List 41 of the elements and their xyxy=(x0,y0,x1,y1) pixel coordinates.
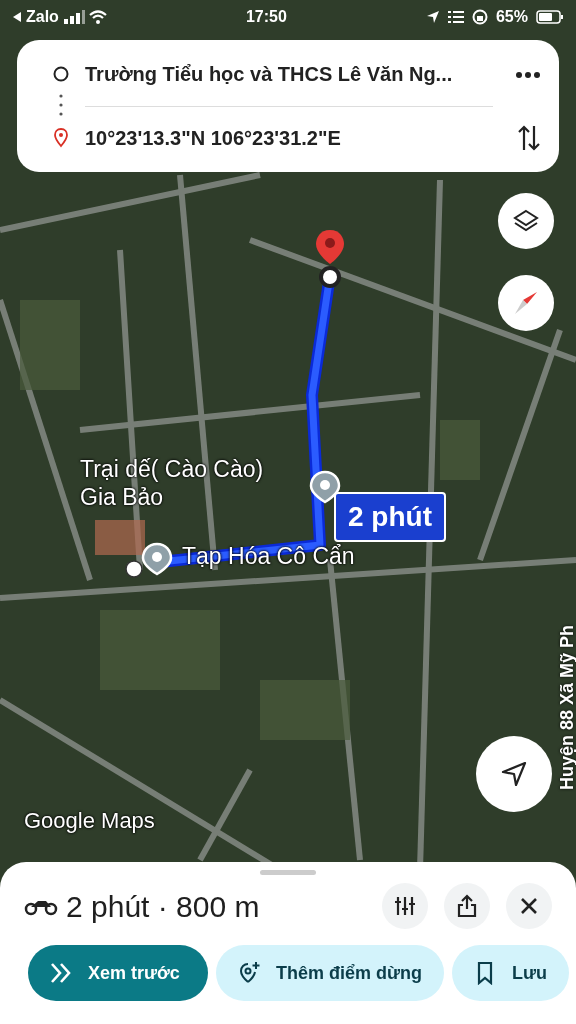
battery-icon xyxy=(536,10,564,24)
wifi-icon xyxy=(88,10,107,24)
route-duration-label: 2 phút xyxy=(334,492,446,542)
origin-circle-icon xyxy=(53,66,69,82)
place-pin-icon[interactable] xyxy=(309,470,341,504)
status-time: 17:50 xyxy=(245,7,287,27)
swap-arrows-icon xyxy=(517,124,541,152)
add-stop-button[interactable]: Thêm điểm dừng xyxy=(216,945,445,1001)
rotation-lock-icon xyxy=(471,9,488,25)
swap-button[interactable] xyxy=(517,124,541,152)
share-button[interactable] xyxy=(444,883,490,929)
more-icon xyxy=(515,70,541,79)
signal-icon xyxy=(62,10,85,24)
place-pin-icon[interactable] xyxy=(141,542,173,576)
location-arrow-icon xyxy=(425,10,440,24)
place-label[interactable]: Trại dế( Cào Cào) Gia Bảo xyxy=(80,456,264,512)
compass-icon xyxy=(513,290,539,316)
destination-marker-icon xyxy=(53,128,69,148)
back-app-link[interactable]: Zalo xyxy=(26,5,59,29)
save-button[interactable]: Lưu xyxy=(452,945,570,1001)
preview-button[interactable]: Xem trước xyxy=(28,945,208,1001)
start-point-icon xyxy=(124,559,144,579)
route-summary: 2 phút · 800 m xyxy=(66,888,261,925)
close-icon xyxy=(519,896,539,916)
building-roof xyxy=(95,520,145,555)
battery-percent: 65% xyxy=(495,7,528,27)
destination-field[interactable]: 10°23'13.3"N 106°23'31.2"E xyxy=(85,123,501,153)
drag-handle[interactable] xyxy=(260,870,316,875)
layers-icon xyxy=(513,208,539,234)
route-options-button[interactable] xyxy=(382,883,428,929)
map-attribution: Google Maps xyxy=(24,808,155,835)
road-label: Huyện 88 Xã Mỹ Ph xyxy=(556,624,576,790)
close-button[interactable] xyxy=(506,883,552,929)
share-icon xyxy=(456,894,478,918)
back-arrow-icon[interactable] xyxy=(12,11,22,23)
sliders-icon xyxy=(394,895,416,917)
pin-plus-icon[interactable] xyxy=(238,961,260,985)
origin-field[interactable]: Trường Tiểu học và THCS Lê Văn Ng... xyxy=(85,59,499,89)
list-icon xyxy=(447,10,464,24)
double-chevron-icon[interactable] xyxy=(50,961,72,985)
navigation-arrow-icon xyxy=(500,760,528,788)
